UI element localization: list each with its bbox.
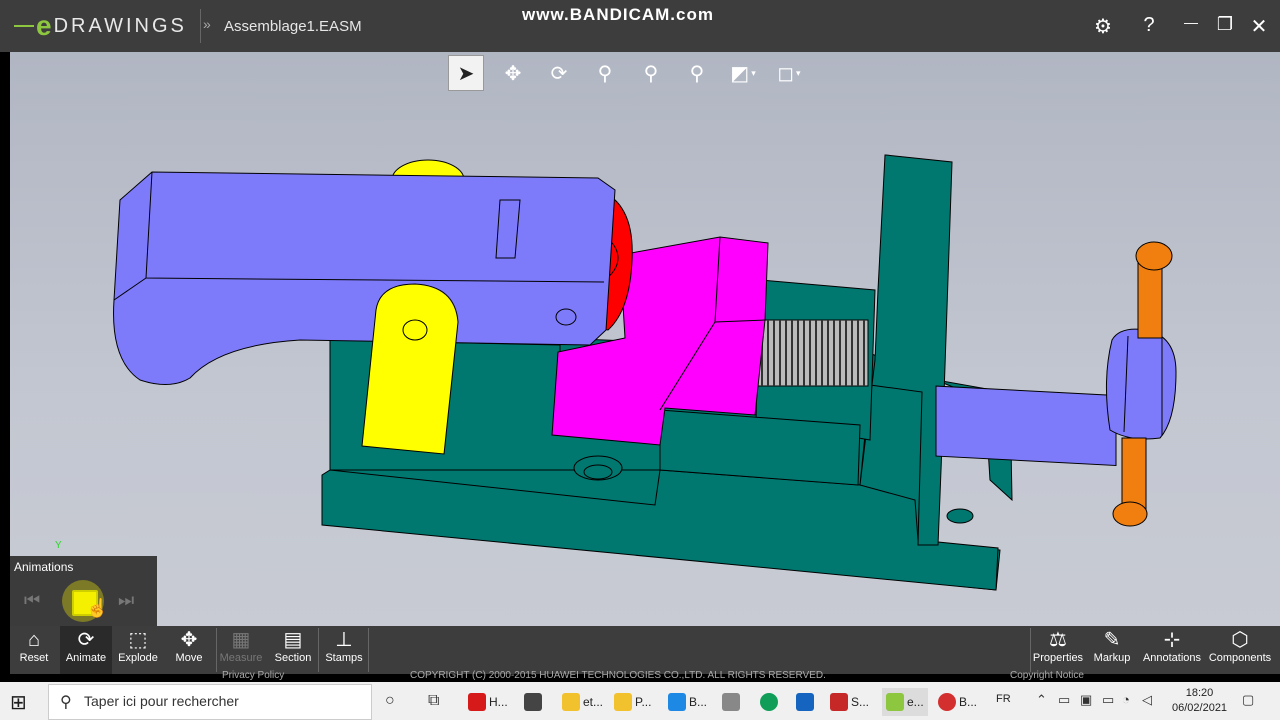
tray-app-icon[interactable]: ▣	[1080, 692, 1092, 708]
taskbar-app-explorer[interactable]: et...	[562, 688, 603, 716]
stamp-icon: ⊥	[335, 629, 353, 651]
components-icon: ⬡	[1231, 629, 1249, 651]
handle-knob-top	[1135, 241, 1173, 271]
cortana-icon[interactable]: ○	[385, 692, 395, 710]
toolbar-divider	[1030, 628, 1031, 672]
taskbar-app-edrawings[interactable]: e...	[882, 688, 928, 716]
language-indicator[interactable]: FR	[996, 693, 1011, 705]
rotate-tool-icon[interactable]: ⟳	[542, 56, 576, 90]
handwheel-hub	[1105, 328, 1177, 440]
annotation-icon: ⊹	[1163, 629, 1181, 651]
privacy-link[interactable]: Privacy Policy	[222, 670, 284, 681]
close-icon[interactable]: ✕	[1244, 14, 1274, 39]
properties-button[interactable]: ⚖ Properties	[1032, 626, 1084, 674]
stamps-button[interactable]: ⊥ Stamps	[322, 626, 366, 674]
search-placeholder[interactable]: Taper ici pour rechercher	[84, 693, 239, 709]
hand-cursor-icon: ☝	[86, 598, 109, 618]
minimize-icon[interactable]: —	[1176, 14, 1206, 30]
taskbar-app-bandicam[interactable]: B...	[938, 688, 977, 716]
zoom-tool-icon[interactable]: ⚲	[588, 56, 622, 90]
zoom-fit-icon[interactable]: ⚲	[680, 56, 714, 90]
pan-tool-icon[interactable]: ✥	[496, 56, 530, 90]
toolbar-divider	[216, 628, 217, 672]
copyright-text: COPYRIGHT (C) 2000-2015 HUAWEI TECHNOLOG…	[410, 670, 826, 681]
reset-button[interactable]: ⌂ Reset	[12, 626, 56, 674]
assembly-model[interactable]	[10, 52, 1280, 632]
taskbar-app-window[interactable]: B...	[668, 688, 707, 716]
animate-button[interactable]: ⟳ Animate	[60, 626, 112, 674]
view-orientation-icon[interactable]: ◻ ▾	[772, 56, 806, 90]
tray-app-icon[interactable]: ▭	[1058, 692, 1070, 708]
help-icon[interactable]: ?	[1134, 14, 1164, 37]
handle-bar-bottom	[1121, 437, 1147, 511]
triad-y-label: Y	[55, 540, 62, 551]
toolbar-divider	[368, 628, 369, 672]
scale-icon: ⚖	[1049, 629, 1067, 651]
battery-icon[interactable]: ▭	[1102, 692, 1114, 708]
base-hole-right	[946, 508, 974, 524]
chevron-up-icon[interactable]: ⌃	[1036, 692, 1047, 708]
taskbar-app-mail[interactable]	[796, 688, 814, 716]
taskbar-app-folder[interactable]: P...	[614, 688, 651, 716]
volume-icon[interactable]: ◁	[1142, 692, 1152, 708]
measure-button[interactable]: ▦ Measure	[218, 626, 264, 674]
notification-icon[interactable]: ▢	[1242, 692, 1254, 708]
view-toolbar: ➤ ✥ ⟳ ⚲ ⚲ ⚲ ◩ ▾ ◻ ▾	[448, 54, 840, 92]
taskbar-app-media[interactable]	[722, 688, 740, 716]
taskbar-app-store[interactable]	[524, 688, 542, 716]
animations-title: Animations	[14, 560, 74, 574]
annotations-button[interactable]: ⊹ Annotations	[1140, 626, 1204, 674]
restore-icon[interactable]: ❐	[1210, 14, 1240, 35]
taskbar-app-opera[interactable]: H...	[468, 688, 508, 716]
explode-icon: ⬚	[128, 629, 148, 651]
taskbar-app-solidworks[interactable]: S...	[830, 688, 869, 716]
section-icon: ▤	[283, 629, 303, 651]
title-divider	[200, 9, 201, 43]
gear-icon[interactable]: ⚙	[1088, 14, 1118, 39]
animate-icon: ⟳	[77, 629, 95, 651]
move-button[interactable]: ✥ Move	[166, 626, 212, 674]
zoom-area-icon[interactable]: ⚲	[634, 56, 668, 90]
3d-viewport[interactable]	[10, 52, 1280, 632]
chevron-icon[interactable]: »	[203, 16, 211, 32]
home-icon: ⌂	[27, 629, 41, 651]
recording-watermark: www.BANDICAM.com	[522, 5, 714, 24]
search-icon: ⚲	[60, 694, 72, 711]
display-style-icon[interactable]: ◩ ▾	[726, 56, 760, 90]
yellow-link	[361, 283, 459, 455]
previous-step-icon[interactable]: ⏮	[24, 590, 48, 612]
toolbar-divider	[318, 628, 319, 672]
taskbar-app-edge[interactable]	[760, 688, 778, 716]
section-button[interactable]: ▤ Section	[270, 626, 316, 674]
task-view-icon[interactable]: ⧉	[428, 692, 439, 710]
taskbar-clock[interactable]: 18:20 06/02/2021	[1172, 686, 1227, 716]
edrawings-logo: e DRAWINGS	[14, 10, 187, 42]
select-tool-icon[interactable]: ➤	[448, 55, 484, 91]
copyright-notice-link[interactable]: Copyright Notice	[1010, 670, 1084, 681]
next-step-icon[interactable]: ⏭	[118, 590, 142, 612]
components-button[interactable]: ⬡ Components	[1206, 626, 1274, 674]
pen-icon: ✎	[1103, 629, 1121, 651]
network-icon[interactable]: ◔	[1122, 692, 1130, 707]
markup-button[interactable]: ✎ Markup	[1090, 626, 1134, 674]
windows-start-icon[interactable]: ⊞	[10, 690, 34, 714]
handle-knob-bottom	[1112, 501, 1148, 527]
document-title: Assemblage1.EASM	[224, 18, 362, 35]
lever-hole	[555, 308, 577, 326]
screw-shaft	[935, 385, 1117, 467]
measure-icon: ▦	[231, 629, 251, 651]
handle-bar-top	[1137, 259, 1163, 339]
explode-button[interactable]: ⬚ Explode	[114, 626, 162, 674]
move-icon: ✥	[180, 629, 198, 651]
